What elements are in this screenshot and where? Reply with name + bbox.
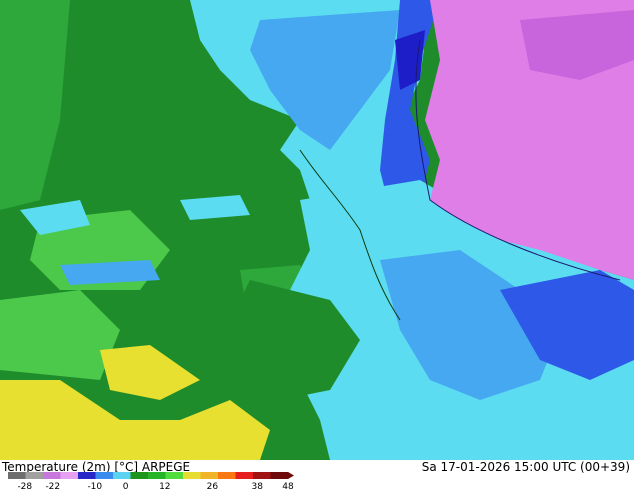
color-scale-tick-label: -10 — [87, 482, 102, 490]
color-scale-step — [43, 472, 61, 479]
color-scale-step — [130, 472, 149, 479]
color-scale-step — [253, 472, 271, 479]
color-scale-step — [78, 472, 96, 479]
color-scale-tick-label: 48 — [282, 482, 294, 490]
color-scale-tick-label: -22 — [45, 482, 60, 490]
color-scale-step — [60, 472, 79, 479]
color-scale-tick-label: 0 — [123, 482, 129, 490]
color-scale-ticks: -28 -22 -10 0 12 26 38 48 — [17, 482, 294, 490]
color-scale: -28 -22 -10 0 12 26 38 48 — [8, 472, 294, 490]
color-scale-step — [165, 472, 184, 479]
color-scale-step — [95, 472, 114, 479]
temperature-field — [0, 0, 634, 460]
color-scale-tick-label: 12 — [159, 482, 170, 490]
color-scale-step — [183, 472, 201, 479]
color-scale-tick-label: 26 — [207, 482, 219, 490]
temperature-map — [0, 0, 634, 460]
color-scale-arrow — [288, 472, 294, 479]
color-scale-step — [218, 472, 236, 479]
color-scale-step — [235, 472, 254, 479]
color-scale-step — [25, 472, 44, 479]
color-scale-step — [8, 472, 26, 479]
color-scale-tick-label: -28 — [17, 482, 32, 490]
color-scale-bar — [8, 472, 294, 479]
valid-time: Sa 17-01-2026 15:00 UTC (00+39) — [421, 460, 630, 474]
color-scale-step — [148, 472, 166, 479]
color-scale-step — [270, 472, 289, 479]
color-scale-step — [113, 472, 131, 479]
color-scale-tick-label: 38 — [251, 482, 263, 490]
color-scale-step — [200, 472, 219, 479]
